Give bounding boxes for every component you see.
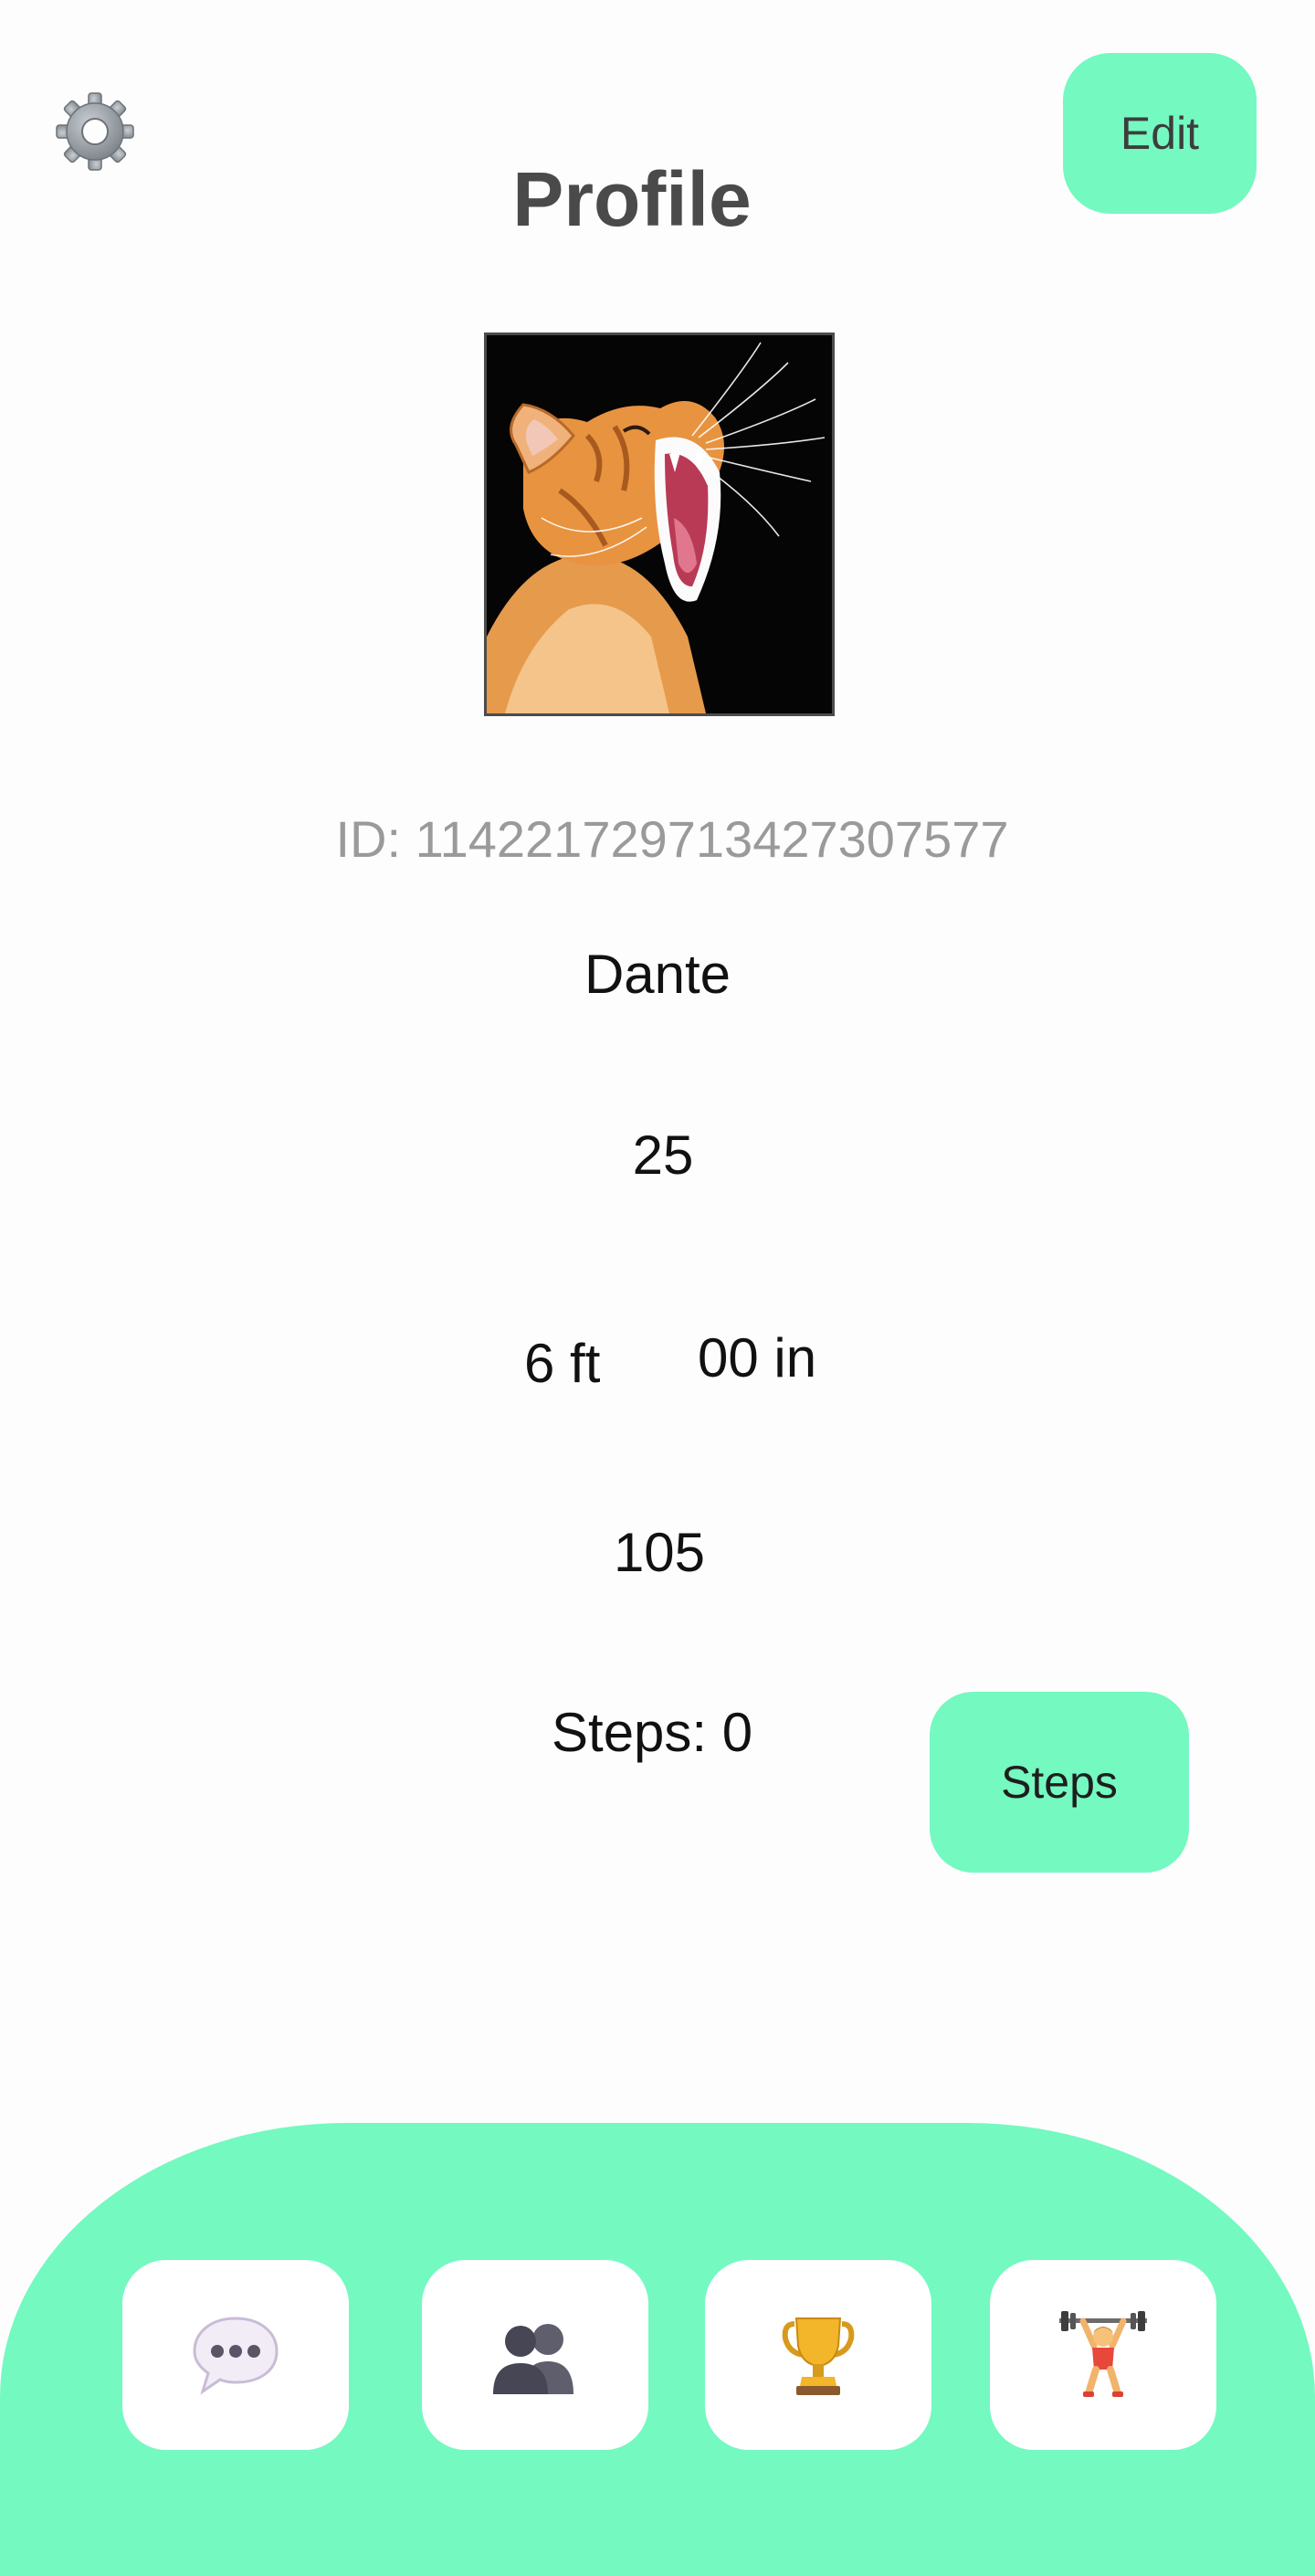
nav-chat-button[interactable] xyxy=(122,2260,349,2450)
avatar xyxy=(484,333,835,716)
nav-workout-button[interactable] xyxy=(990,2260,1216,2450)
nav-friends-button[interactable] xyxy=(422,2260,648,2450)
people-icon xyxy=(493,2324,573,2394)
edit-button[interactable]: Edit xyxy=(1063,53,1257,214)
steps-count: Steps: 0 xyxy=(552,1702,753,1763)
age-value: 25 xyxy=(632,1124,694,1186)
height-inches-value: 00 in xyxy=(698,1327,817,1388)
weightlifter-icon xyxy=(1059,2311,1147,2397)
weight-value: 105 xyxy=(613,1522,706,1583)
name-value: Dante xyxy=(584,944,731,1005)
trophy-icon xyxy=(782,2317,855,2395)
cat-photo-icon xyxy=(487,335,832,713)
user-id: ID: 114221729713427307577 xyxy=(335,810,1009,868)
nav-leaderboard-button[interactable] xyxy=(705,2260,931,2450)
speech-bubble-icon xyxy=(193,2317,279,2395)
steps-button[interactable]: Steps xyxy=(930,1692,1189,1873)
height-feet-value: 6 ft xyxy=(524,1333,601,1394)
